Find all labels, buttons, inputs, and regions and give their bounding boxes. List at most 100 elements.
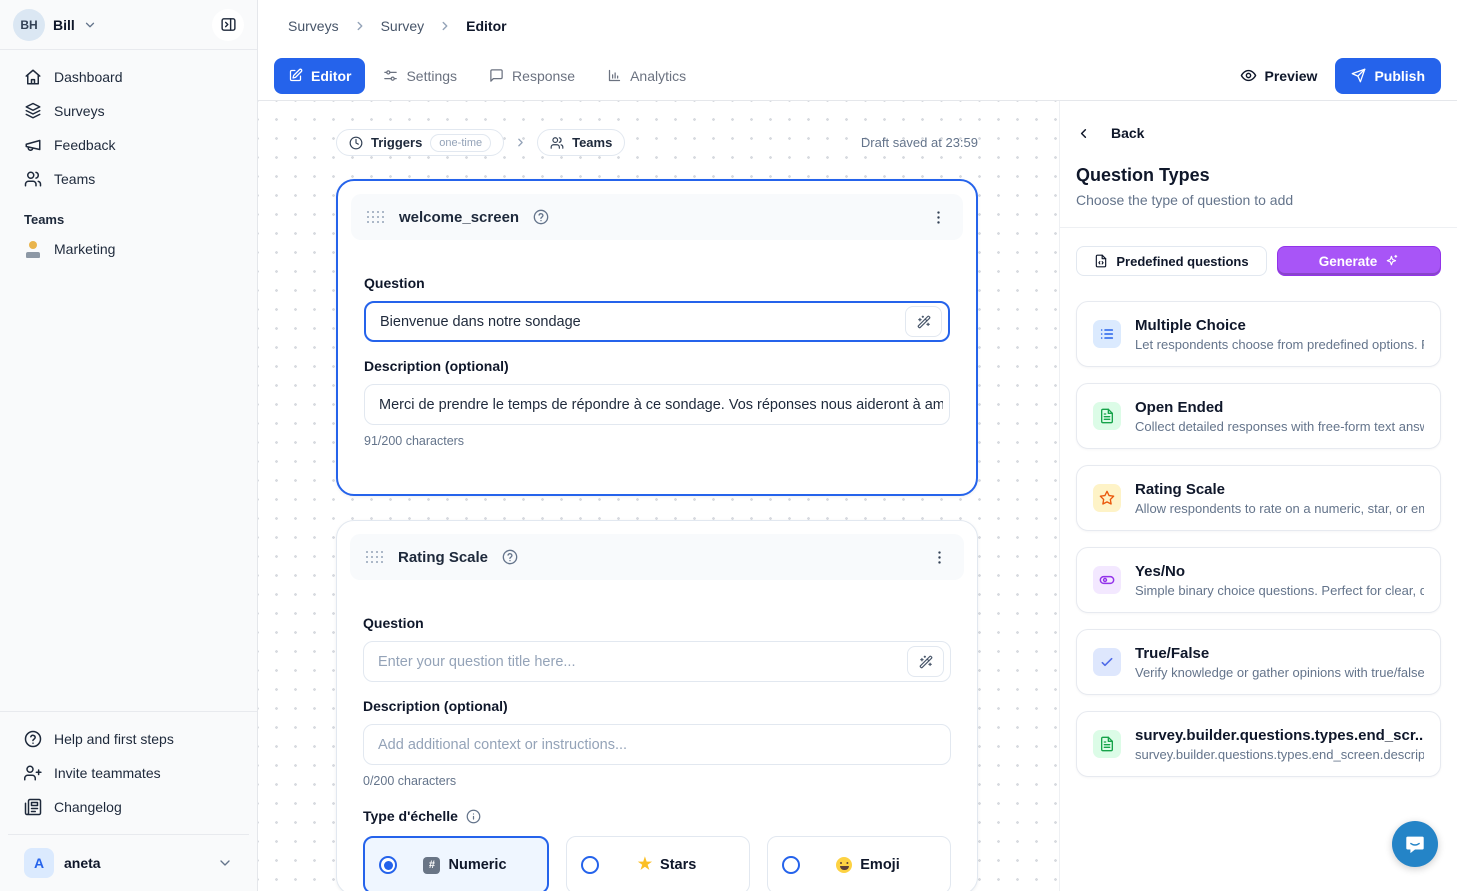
radio-icon[interactable] bbox=[581, 856, 599, 874]
scale-option-emoji[interactable]: Emoji bbox=[767, 836, 951, 891]
tab-settings[interactable]: Settings bbox=[369, 58, 471, 94]
breadcrumb-survey[interactable]: Survey bbox=[381, 18, 425, 34]
account-menu[interactable]: A aneta bbox=[8, 835, 249, 891]
editor-toolbar: Editor Settings Response Analytics Previ… bbox=[258, 51, 1457, 101]
sidebar-item-surveys[interactable]: Surveys bbox=[8, 94, 249, 128]
magic-wand-button[interactable] bbox=[905, 306, 942, 337]
radio-selected-icon[interactable] bbox=[379, 856, 397, 874]
sidebar-item-changelog[interactable]: Changelog bbox=[8, 790, 249, 824]
sidebar-item-feedback[interactable]: Feedback bbox=[8, 128, 249, 162]
tab-analytics[interactable]: Analytics bbox=[593, 58, 700, 94]
workspace-switcher[interactable]: BH Bill bbox=[0, 0, 257, 50]
predefined-questions-button[interactable]: Predefined questions bbox=[1076, 246, 1267, 276]
scale-option-stars[interactable]: ★ Stars bbox=[566, 836, 750, 891]
scale-type-options: # Numeric ★ Stars bbox=[363, 836, 951, 891]
tab-editor[interactable]: Editor bbox=[274, 58, 365, 94]
megaphone-icon bbox=[24, 136, 42, 154]
back-label: Back bbox=[1111, 125, 1144, 141]
star-emoji-icon: ★ bbox=[638, 857, 652, 873]
sidebar-item-dashboard[interactable]: Dashboard bbox=[8, 60, 249, 94]
wand-icon bbox=[919, 655, 933, 669]
breadcrumb: Surveys Survey Editor bbox=[258, 0, 1457, 51]
drag-handle-icon[interactable] bbox=[367, 211, 385, 224]
type-card-end-screen[interactable]: survey.builder.questions.types.end_scr..… bbox=[1076, 711, 1441, 777]
breadcrumb-editor: Editor bbox=[466, 18, 506, 34]
send-icon bbox=[1351, 68, 1366, 83]
tab-label: Settings bbox=[406, 68, 457, 84]
workspace-avatar: BH bbox=[13, 9, 45, 41]
magic-wand-button[interactable] bbox=[907, 646, 944, 677]
kebab-menu-icon[interactable] bbox=[931, 549, 948, 566]
drag-handle-icon[interactable] bbox=[366, 551, 384, 564]
account-name: aneta bbox=[64, 855, 101, 871]
tab-label: Response bbox=[512, 68, 575, 84]
sidebar-item-teams[interactable]: Teams bbox=[8, 162, 249, 196]
sliders-icon bbox=[383, 68, 398, 83]
teams-section-heading: Teams bbox=[0, 196, 257, 231]
question-input[interactable]: Enter your question title here... bbox=[363, 641, 951, 682]
card-header[interactable]: Rating Scale bbox=[350, 534, 964, 580]
type-card-true-false[interactable]: True/False Verify knowledge or gather op… bbox=[1076, 629, 1441, 695]
survey-meta-row: Triggers one-time Teams Draft saved at 2… bbox=[336, 129, 978, 156]
team-label: Marketing bbox=[54, 241, 115, 257]
question-input[interactable]: Bienvenue dans notre sondage bbox=[364, 301, 950, 342]
triggers-chip[interactable]: Triggers one-time bbox=[336, 129, 504, 156]
sidebar-team-marketing[interactable]: Marketing bbox=[8, 231, 249, 267]
kebab-menu-icon[interactable] bbox=[930, 209, 947, 226]
question-type-list: Multiple Choice Let respondents choose f… bbox=[1076, 301, 1441, 777]
description-label: Description (optional) bbox=[363, 698, 951, 714]
teams-chip-label: Teams bbox=[572, 135, 612, 150]
teams-chip[interactable]: Teams bbox=[537, 129, 625, 156]
breadcrumb-surveys[interactable]: Surveys bbox=[288, 18, 339, 34]
chat-bubble-icon bbox=[1404, 833, 1426, 855]
description-input[interactable]: Merci de prendre le temps de répondre à … bbox=[364, 384, 950, 425]
back-button[interactable]: Back bbox=[1076, 125, 1441, 141]
one-time-badge: one-time bbox=[430, 134, 491, 152]
type-card-yes-no[interactable]: Yes/No Simple binary choice questions. P… bbox=[1076, 547, 1441, 613]
card-header[interactable]: welcome_screen bbox=[351, 194, 963, 240]
description-placeholder: Add additional context or instructions..… bbox=[378, 737, 944, 753]
type-title: Rating Scale bbox=[1135, 481, 1424, 498]
main-area: Surveys Survey Editor Editor Settings Re… bbox=[258, 0, 1457, 891]
help-circle-icon[interactable] bbox=[502, 549, 518, 565]
sidebar-collapse-button[interactable] bbox=[212, 9, 244, 41]
help-circle-icon[interactable] bbox=[533, 209, 549, 225]
description-value: Merci de prendre le temps de répondre à … bbox=[379, 397, 943, 413]
description-input[interactable]: Add additional context or instructions..… bbox=[363, 724, 951, 765]
type-card-open-ended[interactable]: Open Ended Collect detailed responses wi… bbox=[1076, 383, 1441, 449]
info-icon[interactable] bbox=[466, 809, 481, 824]
chevron-right-icon bbox=[438, 19, 452, 33]
scale-option-label: Stars bbox=[660, 857, 696, 873]
message-icon bbox=[489, 68, 504, 83]
account-avatar: A bbox=[24, 848, 54, 878]
scale-option-label: Numeric bbox=[448, 857, 506, 873]
tab-response[interactable]: Response bbox=[475, 58, 589, 94]
smiley-emoji-icon bbox=[836, 857, 852, 873]
type-card-multiple-choice[interactable]: Multiple Choice Let respondents choose f… bbox=[1076, 301, 1441, 367]
sidebar-item-label: Invite teammates bbox=[54, 765, 161, 781]
predefined-questions-label: Predefined questions bbox=[1116, 254, 1248, 269]
type-title: Open Ended bbox=[1135, 399, 1424, 416]
chat-widget-button[interactable] bbox=[1392, 821, 1438, 867]
publish-button[interactable]: Publish bbox=[1335, 58, 1441, 94]
question-label: Question bbox=[364, 275, 950, 291]
sidebar-item-label: Help and first steps bbox=[54, 731, 174, 747]
type-description: Let respondents choose from predefined o… bbox=[1135, 337, 1424, 352]
sidebar-item-help[interactable]: Help and first steps bbox=[8, 722, 249, 756]
chevron-left-icon bbox=[1076, 126, 1091, 141]
file-text-icon bbox=[1093, 402, 1121, 430]
publish-label: Publish bbox=[1374, 68, 1425, 84]
question-card-welcome[interactable]: welcome_screen Question Bienvenue dans n… bbox=[336, 179, 978, 496]
question-card-rating[interactable]: Rating Scale Question Enter your questio… bbox=[336, 520, 978, 891]
type-card-rating-scale[interactable]: Rating Scale Allow respondents to rate o… bbox=[1076, 465, 1441, 531]
scale-option-numeric[interactable]: # Numeric bbox=[363, 836, 549, 891]
sidebar-footer: Help and first steps Invite teammates Ch… bbox=[0, 711, 257, 891]
help-circle-icon bbox=[24, 730, 42, 748]
survey-canvas: Triggers one-time Teams Draft saved at 2… bbox=[258, 101, 1059, 891]
preview-button[interactable]: Preview bbox=[1240, 67, 1318, 84]
radio-icon[interactable] bbox=[782, 856, 800, 874]
users-icon bbox=[24, 170, 42, 188]
sidebar-item-invite[interactable]: Invite teammates bbox=[8, 756, 249, 790]
chevron-down-icon bbox=[83, 18, 97, 32]
generate-button[interactable]: Generate bbox=[1277, 246, 1441, 276]
